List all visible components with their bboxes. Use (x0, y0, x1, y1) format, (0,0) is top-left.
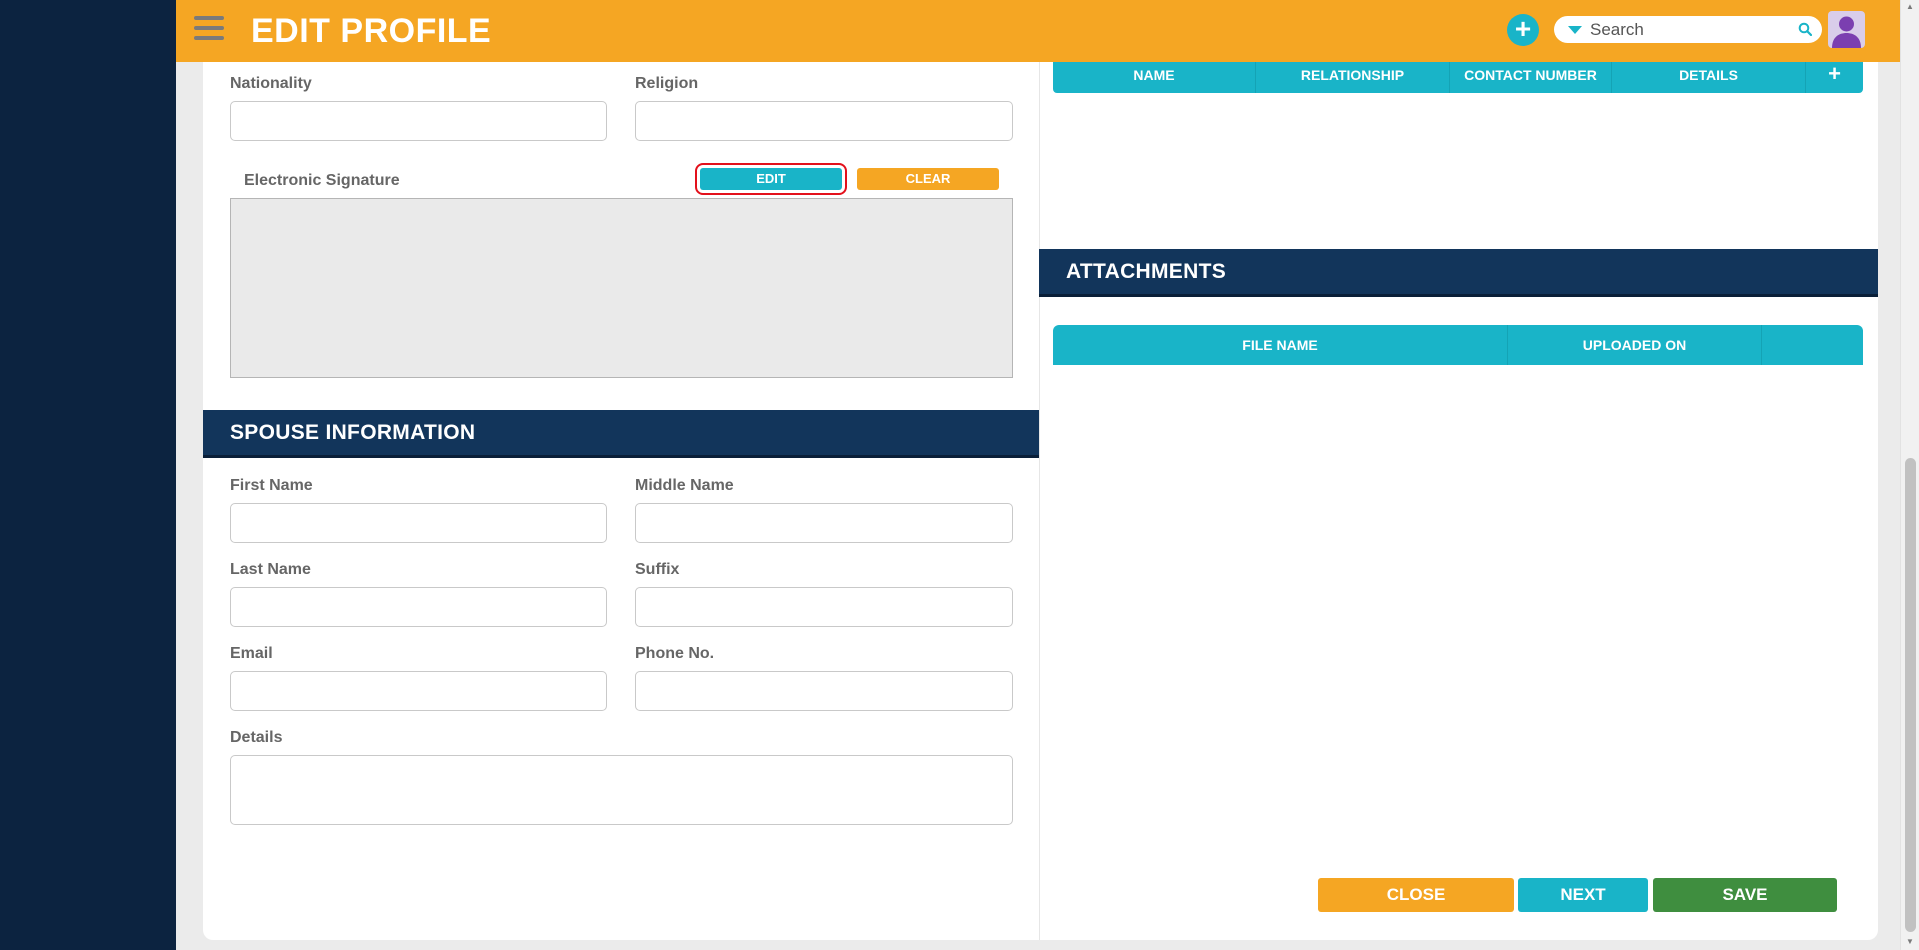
top-bar: EDIT PROFILE + (176, 0, 1900, 62)
email-input[interactable] (230, 671, 607, 711)
search-icon[interactable] (1798, 22, 1812, 36)
next-button[interactable]: NEXT (1518, 878, 1648, 912)
scrollbar-thumb[interactable] (1905, 458, 1916, 932)
user-avatar-icon[interactable] (1828, 11, 1865, 48)
nationality-label: Nationality (230, 75, 312, 92)
attachments-table-header: FILE NAME UPLOADED ON (1053, 325, 1863, 365)
column-header-name[interactable]: NAME (1053, 57, 1256, 93)
add-contact-button[interactable]: + (1806, 57, 1863, 93)
page-scrollbar[interactable]: ▲ ▼ (1900, 0, 1919, 950)
save-button[interactable]: SAVE (1653, 878, 1837, 912)
column-header-actions (1762, 325, 1863, 365)
search-input[interactable] (1590, 18, 1790, 41)
first-name-input[interactable] (230, 503, 607, 543)
contacts-table-header: NAME RELATIONSHIP CONTACT NUMBER DETAILS… (1053, 57, 1863, 93)
attachments-section-header: ATTACHMENTS (1039, 249, 1878, 297)
scroll-down-icon[interactable]: ▼ (1906, 937, 1914, 946)
middle-name-input[interactable] (635, 503, 1013, 543)
signature-pad[interactable] (230, 198, 1013, 378)
hamburger-menu-icon[interactable] (194, 16, 224, 42)
details-label: Details (230, 729, 283, 746)
last-name-label: Last Name (230, 561, 311, 578)
nationality-input[interactable] (230, 101, 607, 141)
add-circle-icon[interactable]: + (1507, 14, 1539, 46)
first-name-label: First Name (230, 477, 313, 494)
close-button[interactable]: CLOSE (1318, 878, 1514, 912)
phone-label: Phone No. (635, 645, 715, 662)
suffix-label: Suffix (635, 561, 680, 578)
signature-label: Electronic Signature (244, 172, 400, 189)
search-bar (1554, 16, 1822, 43)
clear-signature-button[interactable]: CLEAR (857, 168, 999, 190)
last-name-input[interactable] (230, 587, 607, 627)
phone-input[interactable] (635, 671, 1013, 711)
column-header-contact-number[interactable]: CONTACT NUMBER (1450, 57, 1612, 93)
details-textarea[interactable] (230, 755, 1013, 825)
column-divider (1039, 62, 1040, 940)
page-title: EDIT PROFILE (251, 12, 492, 50)
religion-input[interactable] (635, 101, 1013, 141)
spouse-section-header: SPOUSE INFORMATION (203, 410, 1039, 458)
edit-signature-button[interactable]: EDIT (695, 163, 847, 195)
suffix-input[interactable] (635, 587, 1013, 627)
left-sidebar (0, 0, 176, 950)
email-label: Email (230, 645, 273, 662)
middle-name-label: Middle Name (635, 477, 734, 494)
column-header-uploaded-on[interactable]: UPLOADED ON (1508, 325, 1762, 365)
scroll-up-icon[interactable]: ▲ (1906, 2, 1914, 11)
dropdown-caret-icon[interactable] (1568, 26, 1582, 34)
religion-label: Religion (635, 75, 699, 92)
column-header-details[interactable]: DETAILS (1612, 57, 1806, 93)
column-header-relationship[interactable]: RELATIONSHIP (1256, 57, 1450, 93)
column-header-file-name[interactable]: FILE NAME (1053, 325, 1508, 365)
